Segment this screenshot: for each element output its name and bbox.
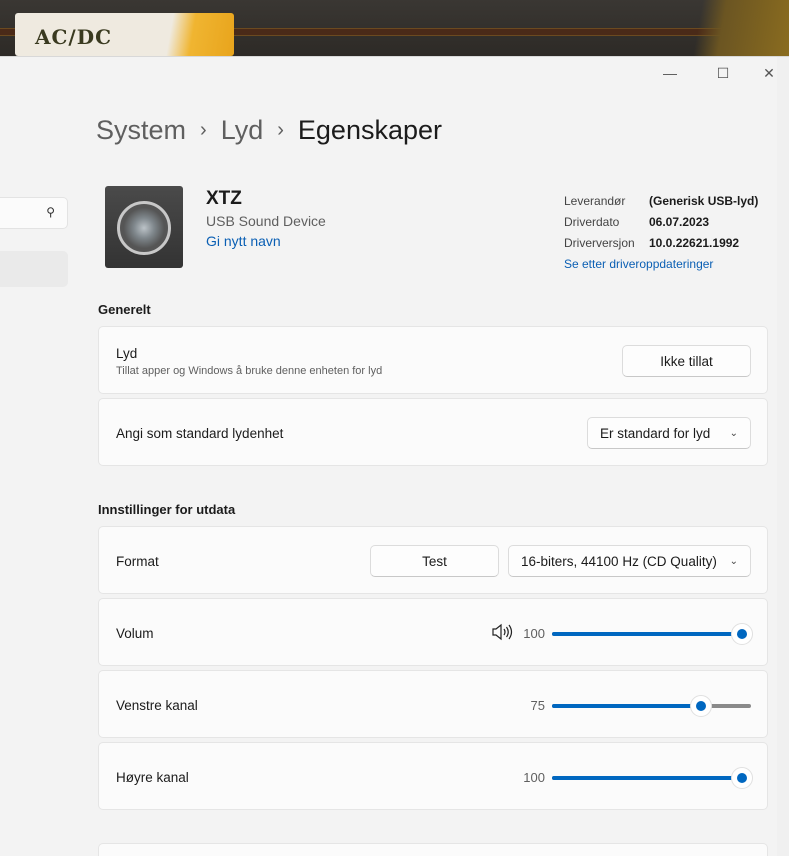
device-type: USB Sound Device <box>206 213 326 229</box>
sidebar-item-selected[interactable] <box>0 251 68 287</box>
volume-slider[interactable] <box>552 623 753 645</box>
audio-label: Lyd <box>116 346 138 361</box>
chevron-down-icon: ⌄ <box>729 555 738 567</box>
scrollbar[interactable] <box>777 57 789 856</box>
rename-link[interactable]: Gi nytt navn <box>206 233 281 249</box>
left-channel-card: Venstre kanal 75 <box>98 670 768 738</box>
left-channel-label: Venstre kanal <box>116 698 198 713</box>
format-card: Format Test 16-biters, 44100 Hz (CD Qual… <box>98 526 768 594</box>
speaker-icon <box>105 186 183 268</box>
chevron-down-icon: ⌄ <box>729 427 738 439</box>
right-channel-slider[interactable] <box>552 767 753 789</box>
section-heading-general: Generelt <box>98 302 151 317</box>
left-channel-value: 75 <box>530 698 545 713</box>
driver-info: Leverandør (Generisk USB-lyd) Driverdato 0… <box>564 191 758 275</box>
default-label: Angi som standard lydenhet <box>116 426 284 441</box>
album-art-thumbnail: AC/DC <box>15 13 234 56</box>
audio-desc: Tillat apper og Windows å bruke denne en… <box>116 365 383 377</box>
chevron-right-icon: › <box>200 119 207 141</box>
volume-value: 100 <box>523 626 545 641</box>
page-title: Egenskaper <box>297 115 443 145</box>
driver-update-link[interactable]: Se etter driveroppdateringer <box>564 254 758 275</box>
info-label: Leverandør <box>564 194 626 208</box>
info-label: Driverdato <box>564 215 620 229</box>
right-channel-value: 100 <box>523 770 545 785</box>
left-channel-slider[interactable] <box>552 695 751 717</box>
minimize-button[interactable]: — <box>655 65 685 85</box>
section-heading-output: Innstillinger for utdata <box>98 502 236 517</box>
next-card <box>98 843 768 856</box>
default-dropdown[interactable]: Er standard for lyd ⌄ <box>587 417 751 449</box>
info-value: 06.07.2023 <box>649 215 710 229</box>
chevron-right-icon: › <box>277 119 284 141</box>
slider-thumb[interactable] <box>731 623 753 645</box>
right-channel-label: Høyre kanal <box>116 770 189 785</box>
audio-allow-card: Lyd Tillat apper og Windows å bruke denn… <box>98 326 768 394</box>
breadcrumb: System › Lyd › Egenskaper <box>96 115 442 146</box>
device-name: XTZ <box>206 188 242 209</box>
volume-card: Volum 100 <box>98 598 768 666</box>
format-dropdown[interactable]: 16-biters, 44100 Hz (CD Quality) ⌄ <box>508 545 751 577</box>
volume-label: Volum <box>116 626 154 641</box>
settings-window: — ☐ ✕ ⚲ System › Lyd › Egenskaper XTZ US… <box>0 56 789 856</box>
right-channel-card: Høyre kanal 100 <box>98 742 768 810</box>
default-device-card: Angi som standard lydenhet Er standard f… <box>98 398 768 466</box>
info-value: 10.0.22621.1992 <box>649 236 740 250</box>
test-button[interactable]: Test <box>370 545 499 577</box>
disallow-button[interactable]: Ikke tillat <box>622 345 751 377</box>
info-label: Driverversjon <box>564 236 635 250</box>
format-label: Format <box>116 554 159 569</box>
dropdown-value: 16-biters, 44100 Hz (CD Quality) <box>521 553 717 569</box>
breadcrumb-lyd[interactable]: Lyd <box>221 115 264 146</box>
breadcrumb-system[interactable]: System <box>96 115 186 146</box>
slider-thumb[interactable] <box>731 767 753 789</box>
dropdown-value: Er standard for lyd <box>600 425 711 441</box>
search-input[interactable]: ⚲ <box>0 197 68 229</box>
speaker-volume-icon[interactable] <box>491 623 513 641</box>
info-value: (Generisk USB-lyd) <box>649 194 759 208</box>
slider-thumb[interactable] <box>690 695 713 717</box>
search-icon: ⚲ <box>46 205 55 219</box>
maximize-button[interactable]: ☐ <box>708 65 738 85</box>
